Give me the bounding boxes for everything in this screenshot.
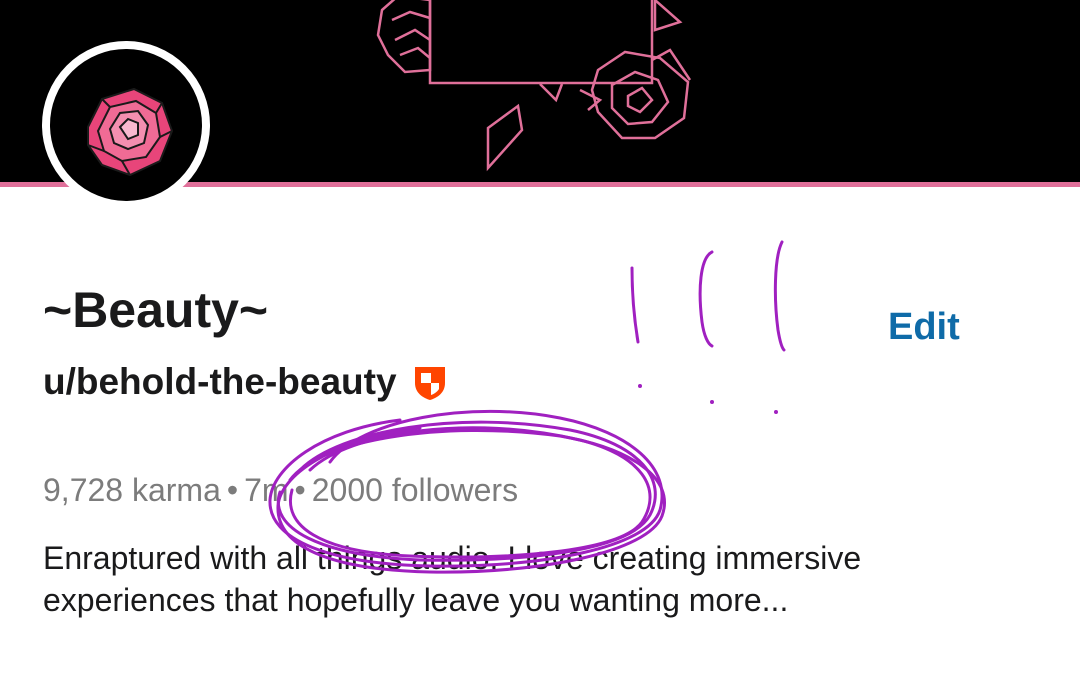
separator-dot: • <box>294 472 306 508</box>
annotation-dot <box>774 410 778 414</box>
annotation-dot <box>710 400 714 404</box>
display-name: ~Beauty~ <box>43 282 269 338</box>
annotation-stroke <box>698 250 714 348</box>
annotation-stroke <box>773 240 786 352</box>
username: u/behold-the-beauty <box>43 361 397 402</box>
karma-count: 9,728 karma <box>43 472 221 508</box>
profile-stats: 9,728 karma • 7m • 2000 followers <box>43 470 518 510</box>
edit-profile-button[interactable]: Edit <box>888 304 960 350</box>
annotation-dot <box>638 384 642 388</box>
annotation-stroke <box>630 266 640 344</box>
profile-bio: Enraptured with all things audio. I love… <box>43 540 862 618</box>
account-age: 7m <box>244 472 289 508</box>
avatar[interactable] <box>42 41 210 209</box>
username-row: u/behold-the-beauty <box>43 360 449 404</box>
rose-icon <box>87 87 174 177</box>
follower-count[interactable]: 2000 followers <box>312 472 518 508</box>
moderator-shield-icon <box>414 367 445 400</box>
separator-dot: • <box>226 472 239 508</box>
